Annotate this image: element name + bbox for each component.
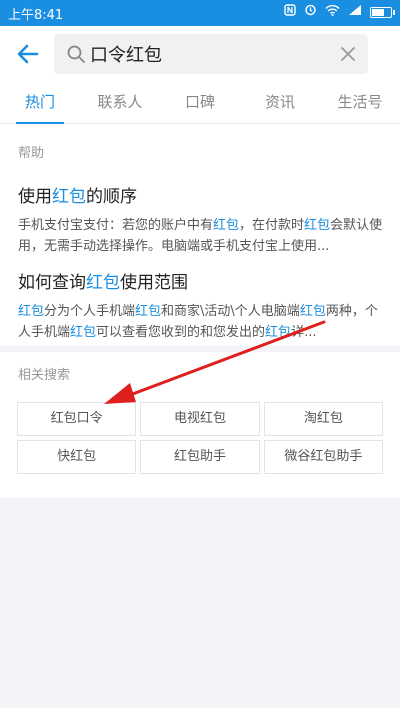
- battery-fill: [372, 8, 384, 16]
- related-search-chip[interactable]: 淘红包: [263, 402, 383, 436]
- back-arrow-icon: [17, 44, 39, 64]
- search-icon: [67, 45, 85, 63]
- description-text: 手机支付宝支付：若您的账户中有: [18, 218, 214, 233]
- tab-lifestyle[interactable]: 生活号: [320, 82, 400, 123]
- result-tabs: 热门 联系人 口碑 资讯 生活号: [0, 82, 400, 124]
- highlight-keyword: 红包: [299, 304, 326, 319]
- battery-icon: [370, 6, 395, 18]
- article-title: 如何查询红包使用范围: [18, 273, 188, 293]
- help-section-label: 帮助: [18, 146, 45, 161]
- tab-koubei[interactable]: 口碑: [160, 82, 240, 123]
- related-search-chip[interactable]: 红包口令: [17, 402, 137, 436]
- tab-hot[interactable]: 热门: [0, 82, 80, 124]
- highlight-keyword: 红包: [18, 304, 45, 319]
- back-button[interactable]: [12, 38, 44, 70]
- status-icons: [284, 3, 395, 21]
- wifi-icon: [325, 3, 340, 21]
- tab-contacts[interactable]: 联系人: [80, 82, 160, 123]
- related-searches-section: 相关搜索 红包口令 电视红包 淘红包 快红包 红包助手 微谷红包助手: [0, 352, 400, 498]
- article-title: 使用红包的顺序: [18, 187, 137, 207]
- related-searches-grid: 红包口令 电视红包 淘红包 快红包 红包助手 微谷红包助手: [17, 402, 383, 474]
- search-header: 热门 联系人 口碑 资讯 生活号: [0, 26, 400, 124]
- description-text: 详...: [291, 325, 317, 340]
- help-article[interactable]: 使用红包的顺序 手机支付宝支付：若您的账户中有红包，在付款时红包会默认使用，无需…: [18, 182, 384, 257]
- alarm-icon: [304, 3, 317, 21]
- highlight-keyword: 红包: [304, 218, 331, 233]
- highlight-keyword: 红包: [213, 218, 240, 233]
- description-text: 分为个人手机端: [44, 304, 136, 319]
- related-searches-label: 相关搜索: [18, 368, 71, 383]
- article-description: 红包分为个人手机端红包和商家\活动\个人电脑端红包两种，个人手机端红包可以查看您…: [18, 301, 384, 343]
- article-description: 手机支付宝支付：若您的账户中有红包，在付款时红包会默认使用，无需手动选择操作。电…: [18, 215, 384, 257]
- description-text: 可以查看您收到的和您发出的: [96, 325, 266, 340]
- search-input[interactable]: [90, 40, 330, 68]
- highlight-keyword: 红包: [265, 325, 292, 340]
- description-text: ，在付款时: [239, 218, 305, 233]
- tab-news[interactable]: 资讯: [240, 82, 320, 123]
- highlight-keyword: 红包: [135, 304, 162, 319]
- clear-search-icon[interactable]: [338, 44, 358, 64]
- description-text: 和商家\活动\个人电脑端: [161, 304, 300, 319]
- signal-icon: [348, 3, 362, 21]
- status-time: 上午8:41: [8, 8, 64, 23]
- related-search-chip[interactable]: 快红包: [17, 440, 137, 474]
- related-search-chip[interactable]: 微谷红包助手: [263, 440, 383, 474]
- help-article[interactable]: 如何查询红包使用范围 红包分为个人手机端红包和商家\活动\个人电脑端红包两种，个…: [18, 268, 384, 343]
- nfc-icon: [284, 3, 296, 21]
- help-section: 帮助 使用红包的顺序 手机支付宝支付：若您的账户中有红包，在付款时红包会默认使用…: [0, 124, 400, 346]
- highlight-keyword: 红包: [70, 325, 97, 340]
- search-bar[interactable]: [54, 34, 368, 74]
- status-bar: 上午8:41: [0, 0, 400, 26]
- related-search-chip[interactable]: 电视红包: [140, 402, 260, 436]
- related-search-chip[interactable]: 红包助手: [140, 440, 260, 474]
